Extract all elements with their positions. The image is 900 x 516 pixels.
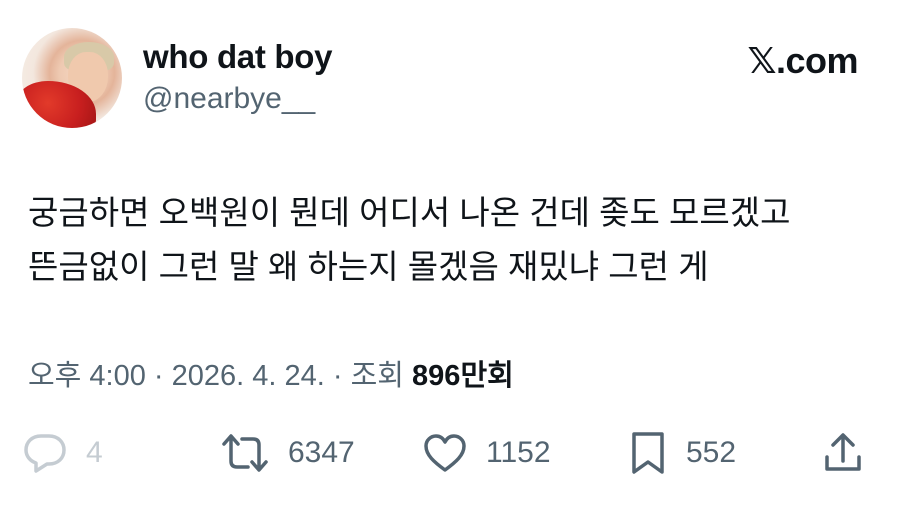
- like-count: 1152: [486, 436, 551, 469]
- heart-icon: [422, 431, 468, 475]
- share-upload-icon: [822, 431, 864, 475]
- speech-bubble-icon: [22, 431, 68, 475]
- retweet-button[interactable]: 6347: [220, 428, 355, 478]
- reply-count: 4: [86, 436, 103, 469]
- meta-separator: ·: [145, 360, 172, 392]
- retweet-icon: [220, 431, 270, 475]
- views-label: 조회: [350, 360, 413, 392]
- tweet-meta: 오후 4:00 · 2026. 4. 24. · 조회 896만회: [28, 352, 514, 394]
- tweet-date[interactable]: 2026. 4. 24.: [172, 360, 325, 392]
- like-button[interactable]: 1152: [422, 428, 551, 478]
- reply-button[interactable]: 4: [22, 428, 103, 478]
- action-bar: 4 6347 1152 552: [0, 428, 900, 478]
- bookmark-icon: [628, 430, 668, 476]
- retweet-count: 6347: [288, 436, 355, 469]
- share-button[interactable]: [822, 428, 864, 478]
- meta-separator: ·: [324, 360, 351, 392]
- views-count: 896: [412, 360, 461, 392]
- tweet-card: who dat boy @nearbye__ 𝕏.com 궁금하면 오백원이 뭔…: [0, 0, 900, 516]
- tweet-text: 궁금하면 오백원이 뭔데 어디서 나온 건데 좆도 모르겠고 뜬금없이 그런 말…: [28, 186, 878, 294]
- bookmark-count: 552: [686, 436, 737, 469]
- author-handle[interactable]: @nearbye__: [143, 82, 315, 116]
- views-unit: 만회: [460, 360, 514, 392]
- avatar[interactable]: [22, 28, 122, 128]
- tweet-text-line: 뜬금없이 그런 말 왜 하는지 몰겠음 재밌냐 그런 게: [28, 248, 709, 285]
- tweet-text-line: 궁금하면 오백원이 뭔데 어디서 나온 건데 좆도 모르겠고: [28, 194, 791, 231]
- x-brand-logo: 𝕏.com: [747, 40, 858, 81]
- author-display-name[interactable]: who dat boy: [143, 38, 333, 76]
- bookmark-button[interactable]: 552: [628, 428, 736, 478]
- tweet-time[interactable]: 오후 4:00: [28, 360, 146, 392]
